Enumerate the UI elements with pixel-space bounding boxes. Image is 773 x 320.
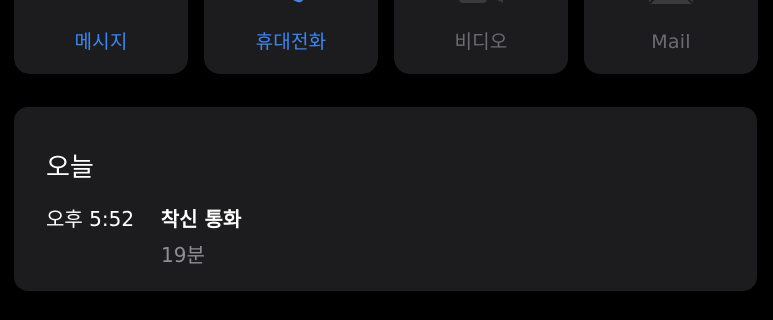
message-button[interactable]: 메시지	[14, 0, 188, 74]
call-duration: 19분	[161, 243, 205, 267]
message-button-label: 메시지	[74, 31, 128, 53]
message-bubble-icon	[79, 0, 123, 12]
mail-button-label: Mail	[651, 31, 691, 53]
mail-button[interactable]: Mail	[584, 0, 758, 74]
contact-action-row: 메시지 휴대전화 비디오 Mail	[14, 0, 759, 74]
call-time: 오후 5:52	[46, 207, 135, 231]
phone-icon	[293, 0, 304, 3]
mobile-call-button-label: 휴대전화	[255, 31, 327, 53]
video-button[interactable]: 비디오	[394, 0, 568, 74]
envelope-icon	[649, 0, 693, 4]
contact-detail-page: 메시지 휴대전화 비디오 Mail 오늘 오후 5:52 착신 통화 19분	[0, 0, 773, 320]
mobile-call-button[interactable]: 휴대전화	[204, 0, 378, 74]
call-history-date-heading: 오늘	[46, 153, 94, 183]
call-type: 착신 통화	[161, 207, 242, 231]
video-button-label: 비디오	[454, 31, 508, 53]
video-camera-icon	[459, 0, 503, 3]
call-history-card: 오늘 오후 5:52 착신 통화 19분	[14, 107, 757, 291]
